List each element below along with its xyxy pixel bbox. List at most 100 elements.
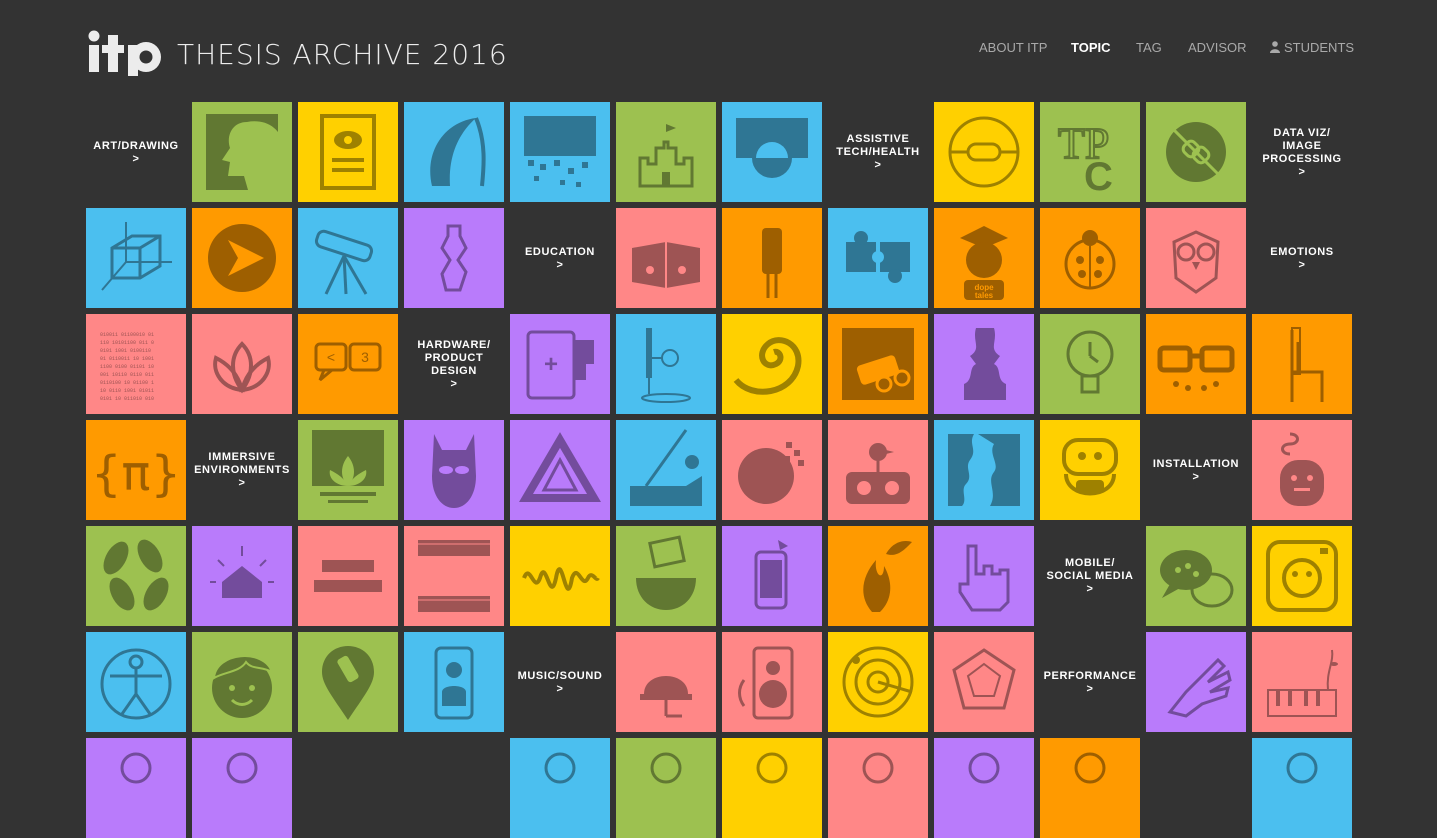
topic-label: PERFORMANCE [1043,669,1137,682]
thesis-tile[interactable] [192,738,292,838]
topic-label: MOBILE/ SOCIAL MEDIA [1046,557,1134,582]
thesis-tile[interactable]: <3 [298,314,398,414]
svg-text:{π}: {π} [91,446,181,502]
thesis-tile[interactable] [1146,102,1246,202]
thesis-tile[interactable] [616,102,716,202]
thesis-tile[interactable] [510,738,610,838]
tpc-letters-icon: TPC [1057,118,1113,199]
thesis-tile[interactable] [404,208,504,308]
thesis-tile[interactable] [192,102,292,202]
alarm-bell-icon [640,676,692,718]
piano-sprouts-icon [1267,649,1338,717]
thesis-tile[interactable] [1040,208,1140,308]
thesis-tile[interactable] [404,526,504,626]
thesis-tile[interactable] [722,632,822,732]
thesis-tile[interactable]: + [510,314,610,414]
superhero-mask-icon [432,434,476,508]
binary-code-icon: 010011 01100010 01 110 10101100 011 0 0101… [100,332,154,402]
topic-link-education[interactable]: EDUCATION > [510,208,610,308]
thesis-tile[interactable] [1252,314,1352,414]
thesis-tile[interactable] [298,526,398,626]
topic-link-emotions[interactable]: EMOTIONS > [1252,208,1352,308]
topic-link-installation[interactable]: INSTALLATION > [1146,420,1246,520]
impossible-triangle-icon [519,432,601,502]
thesis-tile[interactable] [828,738,928,838]
thesis-tile[interactable] [86,738,186,838]
thesis-tile[interactable] [934,632,1034,732]
topic-link-immersive-environments[interactable]: IMMERSIVE ENVIRONMENTS > [192,420,292,520]
thesis-tile[interactable] [1146,314,1246,414]
thesis-tile[interactable] [510,420,610,520]
thesis-tile[interactable] [510,526,610,626]
topic-link-data-viz-image-processing[interactable]: DATA VIZ/ IMAGE PROCESSING > [1252,102,1352,202]
thesis-tile[interactable] [616,738,716,838]
bottom-tile-icon [1286,752,1318,784]
thesis-tile[interactable] [298,632,398,732]
arrow-right-icon: > [132,152,140,165]
thesis-tile[interactable] [934,420,1034,520]
thesis-tile[interactable] [86,632,186,732]
thesis-tile[interactable] [722,738,822,838]
piano-lid-icon [630,429,702,506]
chat-bubbles-icon [1160,550,1234,608]
thesis-tile[interactable] [828,208,928,308]
thesis-tile[interactable] [192,208,292,308]
thesis-tile[interactable] [616,420,716,520]
thesis-tile[interactable]: {π} [86,420,186,520]
thesis-tile[interactable] [616,208,716,308]
thesis-tile[interactable] [1040,420,1140,520]
thesis-tile[interactable] [1146,208,1246,308]
topic-link-art-drawing[interactable]: ART/DRAWING > [86,102,186,202]
thesis-tile[interactable] [828,632,928,732]
thesis-tile[interactable] [934,102,1034,202]
thesis-tile[interactable] [616,632,716,732]
topic-link-performance[interactable]: PERFORMANCE > [1040,632,1140,732]
thesis-tile[interactable] [616,314,716,414]
topic-link-mobile-social-media[interactable]: MOBILE/ SOCIAL MEDIA > [1040,526,1140,626]
thesis-tile[interactable] [1252,632,1352,732]
thesis-tile[interactable]: 010011 01100010 01 110 10101100 011 0 0101… [86,314,186,414]
thesis-tile[interactable] [828,420,928,520]
thesis-tile[interactable] [722,526,822,626]
thesis-tile[interactable] [1146,632,1246,732]
thesis-tile[interactable] [934,526,1034,626]
thesis-tile[interactable] [722,420,822,520]
thesis-tile[interactable] [404,102,504,202]
topic-link-assistive-tech-health[interactable]: ASSISTIVE TECH/HEALTH > [828,102,928,202]
thesis-tile[interactable] [616,526,716,626]
thesis-tile[interactable] [1252,526,1352,626]
thesis-tile[interactable] [1252,738,1352,838]
thesis-tile[interactable]: dope tales [934,208,1034,308]
thesis-tile[interactable] [298,102,398,202]
thesis-tile[interactable] [1146,526,1246,626]
leaves-icon [103,539,169,611]
thesis-tile[interactable] [192,632,292,732]
thesis-tile[interactable] [404,632,504,732]
bowl-picture-icon [636,535,696,610]
thesis-tile[interactable] [934,738,1034,838]
thesis-tile[interactable] [1040,738,1140,838]
svg-text:3: 3 [361,349,369,365]
thesis-tile[interactable] [722,102,822,202]
thesis-tile[interactable] [404,420,504,520]
battery-charger-icon: + [526,330,594,400]
thesis-tile[interactable] [828,526,928,626]
thesis-tile[interactable] [1040,314,1140,414]
topic-link-hardware-product-design[interactable]: HARDWARE/ PRODUCT DESIGN > [404,314,504,414]
glove-icon [1167,657,1232,718]
eye-document-icon [320,114,376,190]
thesis-tile[interactable] [828,314,928,414]
thesis-tile[interactable] [1252,420,1352,520]
thesis-tile[interactable] [192,314,292,414]
thesis-tile[interactable] [510,102,610,202]
thesis-tile[interactable]: TP C [1040,102,1140,202]
thesis-tile[interactable] [722,208,822,308]
thesis-tile[interactable] [86,526,186,626]
thesis-tile[interactable] [192,526,292,626]
topic-link-music-sound[interactable]: MUSIC/SOUND > [510,632,610,732]
thesis-tile[interactable] [86,208,186,308]
thesis-tile[interactable] [934,314,1034,414]
thesis-tile[interactable] [298,208,398,308]
thesis-tile[interactable] [298,420,398,520]
thesis-tile[interactable] [722,314,822,414]
